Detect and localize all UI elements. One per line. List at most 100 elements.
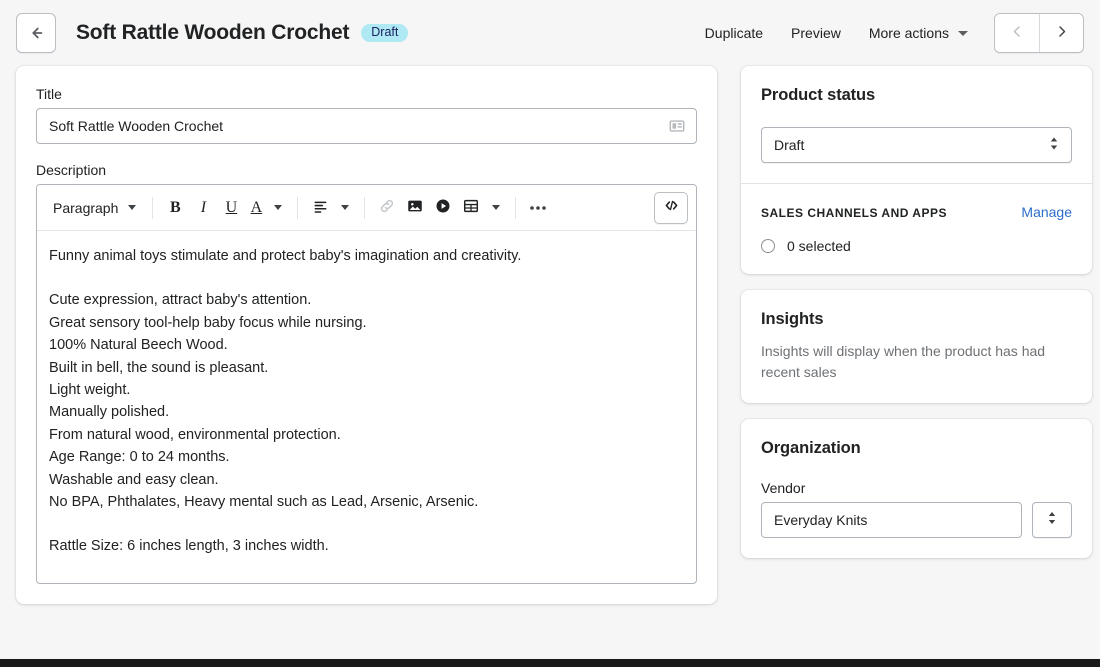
sales-channels-selection-label: 0 selected bbox=[787, 238, 851, 254]
description-line: 100% Natural Beech Wood. bbox=[49, 337, 228, 354]
description-line: Rattle Size: 6 inches length, 3 inches w… bbox=[49, 538, 329, 555]
insert-image-button[interactable] bbox=[401, 193, 429, 223]
back-button[interactable] bbox=[16, 13, 56, 53]
template-layout-icon[interactable] bbox=[668, 117, 686, 135]
insert-video-button[interactable] bbox=[429, 193, 457, 223]
main-column: Title Soft Rattle Wooden Crochet Descrip… bbox=[16, 66, 717, 604]
description-line bbox=[49, 513, 684, 535]
organization-card: Organization Vendor Everyday Knits bbox=[741, 419, 1092, 558]
description-line: Light weight. bbox=[49, 382, 131, 399]
description-editor: Paragraph B I U A Funny animal toys stim… bbox=[36, 184, 697, 584]
toolbar-divider bbox=[297, 196, 299, 219]
editor-toolbar: Paragraph B I U A bbox=[37, 185, 696, 231]
insights-card: Insights Insights will display when the … bbox=[741, 290, 1092, 403]
product-pager bbox=[994, 13, 1084, 53]
product-status-title: Product status bbox=[761, 86, 876, 104]
sales-channels-section: SALES CHANNELS AND APPS Manage 0 selecte… bbox=[741, 184, 1092, 274]
chevron-right-icon bbox=[1054, 24, 1069, 42]
description-line: Cute expression, attract baby's attentio… bbox=[49, 292, 312, 309]
arrow-left-icon bbox=[27, 24, 45, 42]
product-status-select[interactable]: Draft bbox=[761, 127, 1072, 163]
block-format-label: Paragraph bbox=[53, 199, 119, 216]
next-product-button[interactable] bbox=[1039, 14, 1083, 52]
toolbar-divider bbox=[364, 196, 366, 219]
sidebar-column: Product status Draft SALES CHANNELS AND … bbox=[741, 66, 1092, 558]
top-bar: Soft Rattle Wooden Crochet Draft Duplica… bbox=[0, 0, 1100, 66]
align-button[interactable] bbox=[306, 193, 334, 223]
title-input[interactable]: Soft Rattle Wooden Crochet bbox=[36, 108, 697, 144]
vendor-select-button[interactable] bbox=[1032, 502, 1072, 538]
description-line: Washable and easy clean. bbox=[49, 471, 219, 488]
title-field-label: Title bbox=[36, 86, 62, 102]
image-icon bbox=[406, 197, 424, 218]
insights-title: Insights bbox=[761, 310, 824, 328]
previous-product-button[interactable] bbox=[995, 14, 1039, 52]
product-details-card: Title Soft Rattle Wooden Crochet Descrip… bbox=[16, 66, 717, 604]
description-line: Great sensory tool-help baby focus while… bbox=[49, 314, 367, 331]
table-icon bbox=[462, 197, 480, 218]
more-actions-label: More actions bbox=[868, 25, 949, 41]
underline-button[interactable]: U bbox=[217, 193, 245, 223]
product-editor-page: Soft Rattle Wooden Crochet Draft Duplica… bbox=[0, 0, 1100, 667]
description-line: Funny animal toys stimulate and protect … bbox=[49, 248, 522, 264]
description-field-label: Description bbox=[36, 162, 107, 178]
table-dropdown[interactable] bbox=[485, 193, 507, 223]
bottom-bar bbox=[0, 659, 1100, 667]
link-icon bbox=[378, 197, 396, 218]
page-title: Soft Rattle Wooden Crochet bbox=[76, 21, 350, 44]
more-options-button[interactable] bbox=[524, 193, 552, 223]
video-play-icon bbox=[434, 197, 452, 218]
manage-channels-link[interactable]: Manage bbox=[1021, 204, 1072, 220]
vendor-input[interactable]: Everyday Knits bbox=[761, 502, 1022, 538]
description-line: No BPA, Phthalates, Heavy mental such as… bbox=[49, 494, 479, 511]
more-actions-button[interactable]: More actions bbox=[855, 17, 980, 49]
chevron-down-icon bbox=[341, 205, 350, 210]
duplicate-button[interactable]: Duplicate bbox=[691, 17, 777, 49]
product-status-value: Draft bbox=[774, 137, 805, 153]
select-arrows-icon bbox=[1048, 136, 1060, 155]
block-format-select[interactable]: Paragraph bbox=[45, 194, 144, 222]
sales-channels-selection-row[interactable]: 0 selected bbox=[761, 238, 1072, 254]
italic-icon: I bbox=[200, 198, 207, 216]
show-html-button[interactable] bbox=[654, 191, 688, 224]
vendor-label: Vendor bbox=[761, 480, 806, 496]
underline-icon: U bbox=[225, 198, 238, 216]
title-input-value: Soft Rattle Wooden Crochet bbox=[49, 118, 224, 134]
align-dropdown[interactable] bbox=[334, 193, 356, 223]
italic-button[interactable]: I bbox=[189, 193, 217, 223]
sales-channels-title: SALES CHANNELS AND APPS bbox=[761, 206, 947, 220]
text-color-dropdown[interactable] bbox=[267, 193, 289, 223]
code-icon bbox=[663, 197, 680, 219]
insights-message: Insights will display when the product h… bbox=[761, 343, 1046, 380]
align-left-icon bbox=[312, 198, 329, 218]
description-line: From natural wood, environmental protect… bbox=[49, 426, 341, 443]
text-color-button[interactable]: A bbox=[245, 193, 267, 223]
ellipsis-icon bbox=[528, 200, 548, 215]
text-color-icon: A bbox=[250, 198, 263, 216]
content-area: Title Soft Rattle Wooden Crochet Descrip… bbox=[0, 66, 1100, 604]
status-badge: Draft bbox=[361, 23, 409, 43]
vendor-input-value: Everyday Knits bbox=[774, 512, 868, 528]
chevron-down-icon bbox=[274, 205, 283, 210]
description-line: Manually polished. bbox=[49, 404, 170, 421]
description-line: Age Range: 0 to 24 months. bbox=[49, 449, 230, 466]
toolbar-divider bbox=[515, 196, 517, 219]
product-status-section: Product status Draft bbox=[741, 66, 1092, 183]
product-status-card: Product status Draft SALES CHANNELS AND … bbox=[741, 66, 1092, 274]
preview-button[interactable]: Preview bbox=[777, 17, 855, 49]
insert-link-button[interactable] bbox=[373, 193, 401, 223]
top-bar-actions: Duplicate Preview More actions bbox=[691, 13, 1084, 53]
radio-icon[interactable] bbox=[761, 239, 775, 253]
chevron-down-icon bbox=[492, 205, 501, 210]
chevron-down-icon bbox=[128, 205, 137, 210]
bold-button[interactable]: B bbox=[161, 193, 189, 223]
bold-icon: B bbox=[170, 198, 181, 216]
description-line bbox=[49, 267, 684, 289]
chevron-down-icon bbox=[958, 30, 968, 36]
insert-table-button[interactable] bbox=[457, 193, 485, 223]
description-editor-body[interactable]: Funny animal toys stimulate and protect … bbox=[37, 231, 696, 583]
title-group: Soft Rattle Wooden Crochet Draft bbox=[76, 21, 409, 45]
chevron-left-icon bbox=[1010, 24, 1025, 42]
description-line: Built in bell, the sound is pleasant. bbox=[49, 359, 269, 376]
toolbar-divider bbox=[152, 196, 154, 219]
